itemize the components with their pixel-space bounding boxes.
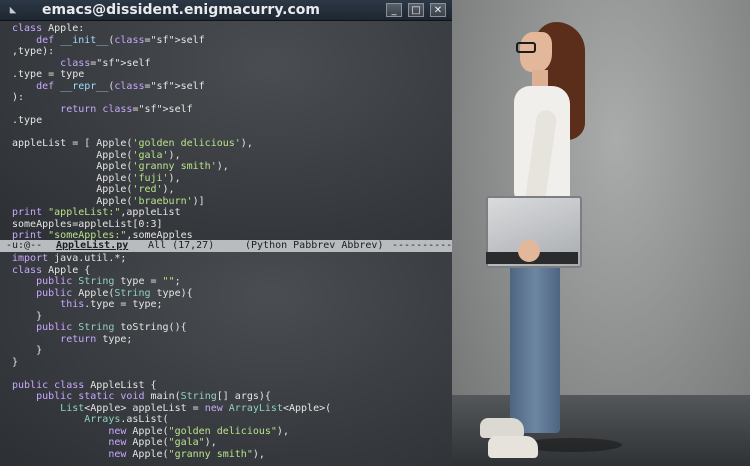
modeline-mode[interactable]: (Python Pabbrev Abbrev) <box>245 240 383 252</box>
background-photo <box>452 0 750 466</box>
java-editor-pane[interactable]: import java.util.*; class Apple { public … <box>0 252 452 466</box>
code-line[interactable]: Apple('fuji'), <box>12 173 253 185</box>
code-line[interactable]: Apple('red'), <box>12 184 253 196</box>
code-line[interactable]: Apple('granny smith'), <box>12 161 253 173</box>
python-code[interactable]: class Apple: def __init__(class="sf">sel… <box>12 23 253 240</box>
woman-glasses <box>516 42 536 53</box>
code-line[interactable]: public static void main(String[] args){ <box>12 391 331 403</box>
code-line[interactable]: class Apple { <box>12 265 331 277</box>
title-bar[interactable]: ◣ emacs@dissident.enigmacurry.com _ □ ✕ <box>0 0 452 21</box>
code-line[interactable]: appleList = [ Apple('golden delicious'), <box>12 138 253 150</box>
code-line[interactable]: new Apple("gala"), <box>12 437 331 449</box>
emacs-window: ◣ emacs@dissident.enigmacurry.com _ □ ✕ … <box>0 0 452 466</box>
code-line[interactable]: return class="sf">self <box>12 104 253 116</box>
java-code[interactable]: import java.util.*; class Apple { public … <box>12 253 331 460</box>
code-line[interactable]: someApples=appleList[0:3] <box>12 219 253 231</box>
code-line[interactable]: Arrays.asList( <box>12 414 331 426</box>
window-title: emacs@dissident.enigmacurry.com <box>42 2 320 18</box>
modeline-buffer-name[interactable]: AppleList.py <box>56 240 128 252</box>
code-line[interactable]: } <box>12 345 331 357</box>
code-line[interactable]: new Apple("golden delicious"), <box>12 426 331 438</box>
code-line[interactable]: print "someApples:",someApples <box>12 230 253 240</box>
code-line[interactable]: import java.util.*; <box>12 253 331 265</box>
code-line[interactable]: return type; <box>12 334 331 346</box>
close-button[interactable]: ✕ <box>430 3 446 17</box>
code-line[interactable]: public class AppleList { <box>12 380 331 392</box>
woman-hand <box>518 240 540 262</box>
code-line[interactable]: public Apple(String type){ <box>12 288 331 300</box>
code-line[interactable]: print "appleList:",appleList <box>12 207 253 219</box>
code-line[interactable]: this.type = type; <box>12 299 331 311</box>
code-line[interactable]: } <box>12 311 331 323</box>
code-line[interactable]: class="sf">self <box>12 58 253 70</box>
code-line[interactable] <box>12 368 331 380</box>
code-line[interactable]: class Apple: <box>12 23 253 35</box>
code-line[interactable]: public String toString(){ <box>12 322 331 334</box>
code-line[interactable]: } <box>12 357 331 369</box>
code-line[interactable]: Apple('gala'), <box>12 150 253 162</box>
code-line[interactable]: def __init__(class="sf">self <box>12 35 253 47</box>
modeline-flags: -u:@-- <box>6 240 43 251</box>
python-editor-pane[interactable]: class Apple: def __init__(class="sf">sel… <box>0 21 452 240</box>
modeline-position: All (17,27) <box>148 240 215 251</box>
minimize-button[interactable]: _ <box>386 3 402 17</box>
mode-line[interactable]: -u:@-- AppleList.py All (17,27) (Python … <box>0 240 452 252</box>
code-line[interactable]: def __repr__(class="sf">self <box>12 81 253 93</box>
code-line[interactable]: new Apple("granny smith"), <box>12 449 331 461</box>
woman-shoe-back <box>480 418 524 438</box>
code-line[interactable]: Apple('braeburn')] <box>12 196 253 208</box>
modeline-dashes: ---------- <box>392 240 452 251</box>
code-line[interactable]: public String type = ""; <box>12 276 331 288</box>
code-line[interactable] <box>12 127 253 139</box>
woman-shoe-front <box>488 436 538 458</box>
maximize-button[interactable]: □ <box>408 3 424 17</box>
code-line[interactable]: List<Apple> appleList = new ArrayList<Ap… <box>12 403 331 415</box>
